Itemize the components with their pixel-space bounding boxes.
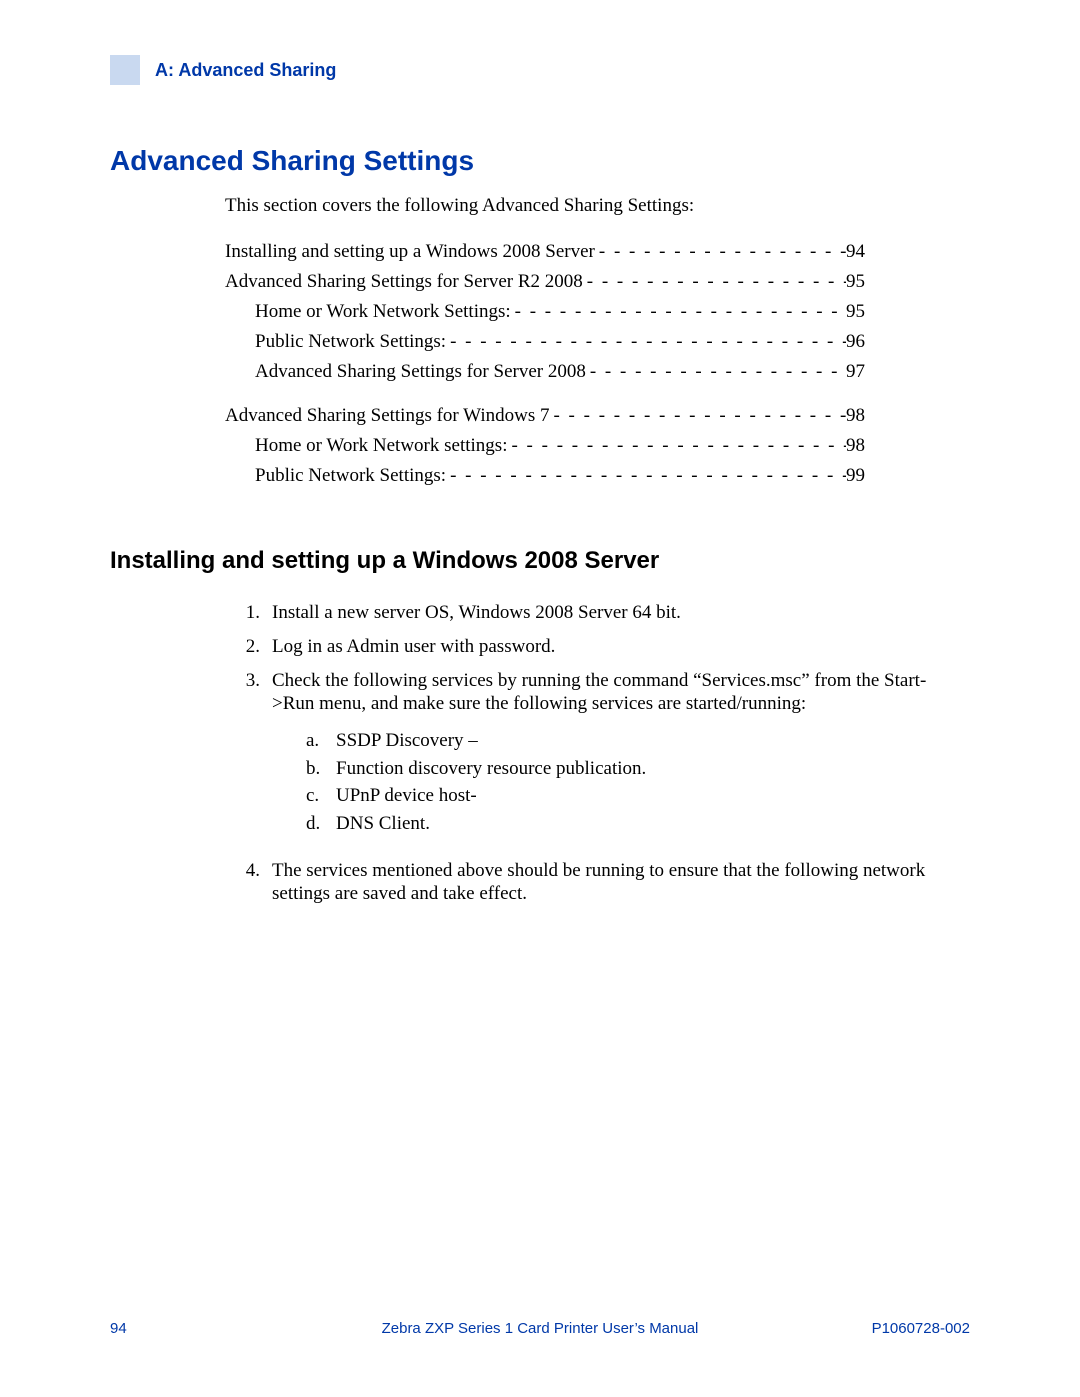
substep-letter: c.	[306, 783, 336, 809]
toc-entry-label: Installing and setting up a Windows 2008…	[225, 241, 595, 263]
toc-entry-label: Public Network Settings:	[255, 465, 446, 487]
toc-entry-page: 95	[846, 301, 865, 323]
substep-item: d.DNS Client.	[306, 811, 955, 837]
toc-entry-page: 96	[846, 331, 865, 353]
footer-manual-title: Zebra ZXP Series 1 Card Printer User’s M…	[110, 1320, 970, 1337]
substep-letter: d.	[306, 811, 336, 837]
substep-text: DNS Client.	[336, 811, 430, 837]
intro-paragraph: This section covers the following Advanc…	[225, 195, 970, 217]
toc-entry-page: 99	[846, 465, 865, 487]
toc-entry-label: Home or Work Network Settings:	[255, 301, 511, 323]
toc-entry[interactable]: Home or Work Network settings: 98	[225, 435, 865, 457]
toc-entry[interactable]: Advanced Sharing Settings for Server 200…	[225, 361, 865, 383]
step-body: The services mentioned above should be r…	[272, 859, 955, 907]
document-page: A: Advanced Sharing Advanced Sharing Set…	[0, 0, 1080, 1397]
step-text: Log in as Admin user with password.	[272, 635, 955, 659]
section-heading: Installing and setting up a Windows 2008…	[110, 547, 970, 575]
ordered-steps: 1.Install a new server OS, Windows 2008 …	[240, 601, 955, 906]
toc-entry[interactable]: Installing and setting up a Windows 2008…	[225, 241, 865, 263]
toc-gap	[225, 391, 865, 405]
step-text: Check the following services by running …	[272, 669, 955, 717]
footer-page-number: 94	[110, 1320, 127, 1337]
toc-leader-dots	[549, 405, 846, 427]
step-item: 3.Check the following services by runnin…	[240, 669, 955, 849]
substep-letter: b.	[306, 756, 336, 782]
step-number: 3.	[240, 669, 272, 849]
header-accent-square	[110, 55, 140, 85]
page-footer: 94 Zebra ZXP Series 1 Card Printer User’…	[110, 1320, 970, 1337]
step-body: Log in as Admin user with password.	[272, 635, 955, 659]
page-header: A: Advanced Sharing	[110, 55, 970, 85]
step-number: 4.	[240, 859, 272, 907]
toc-leader-dots	[446, 331, 846, 353]
toc-entry-label: Public Network Settings:	[255, 331, 446, 353]
toc-entry-page: 98	[846, 435, 865, 457]
footer-doc-number: P1060728-002	[872, 1320, 970, 1337]
toc-entry[interactable]: Home or Work Network Settings: 95	[225, 301, 865, 323]
page-title: Advanced Sharing Settings	[110, 145, 970, 177]
toc-entry[interactable]: Advanced Sharing Settings for Windows 7 9…	[225, 405, 865, 427]
step-number: 1.	[240, 601, 272, 625]
toc-leader-dots	[595, 241, 846, 263]
table-of-contents: Installing and setting up a Windows 2008…	[225, 241, 865, 487]
step-text: The services mentioned above should be r…	[272, 859, 955, 907]
substep-item: c.UPnP device host-	[306, 783, 955, 809]
toc-entry-label: Advanced Sharing Settings for Server R2 …	[225, 271, 583, 293]
substep-text: UPnP device host-	[336, 783, 477, 809]
toc-entry-label: Advanced Sharing Settings for Server 200…	[255, 361, 586, 383]
toc-entry-page: 97	[846, 361, 865, 383]
step-number: 2.	[240, 635, 272, 659]
step-item: 4.The services mentioned above should be…	[240, 859, 955, 907]
toc-leader-dots	[507, 435, 846, 457]
substep-item: a.SSDP Discovery –	[306, 728, 955, 754]
step-text: Install a new server OS, Windows 2008 Se…	[272, 601, 955, 625]
step-body: Install a new server OS, Windows 2008 Se…	[272, 601, 955, 625]
substep-letter: a.	[306, 728, 336, 754]
toc-leader-dots	[511, 301, 846, 323]
toc-leader-dots	[586, 361, 846, 383]
substep-text: SSDP Discovery –	[336, 728, 478, 754]
toc-entry-page: 98	[846, 405, 865, 427]
header-section-label: A: Advanced Sharing	[155, 60, 336, 81]
toc-entry[interactable]: Public Network Settings: 99	[225, 465, 865, 487]
toc-leader-dots	[583, 271, 846, 293]
toc-entry-label: Advanced Sharing Settings for Windows 7	[225, 405, 549, 427]
substeps: a.SSDP Discovery –b.Function discovery r…	[306, 728, 955, 837]
toc-entry-page: 95	[846, 271, 865, 293]
toc-entry[interactable]: Advanced Sharing Settings for Server R2 …	[225, 271, 865, 293]
toc-entry[interactable]: Public Network Settings: 96	[225, 331, 865, 353]
toc-entry-label: Home or Work Network settings:	[255, 435, 507, 457]
step-item: 2.Log in as Admin user with password.	[240, 635, 955, 659]
step-item: 1.Install a new server OS, Windows 2008 …	[240, 601, 955, 625]
toc-leader-dots	[446, 465, 846, 487]
toc-entry-page: 94	[846, 241, 865, 263]
substep-item: b.Function discovery resource publicatio…	[306, 756, 955, 782]
step-body: Check the following services by running …	[272, 669, 955, 849]
substep-text: Function discovery resource publication.	[336, 756, 646, 782]
